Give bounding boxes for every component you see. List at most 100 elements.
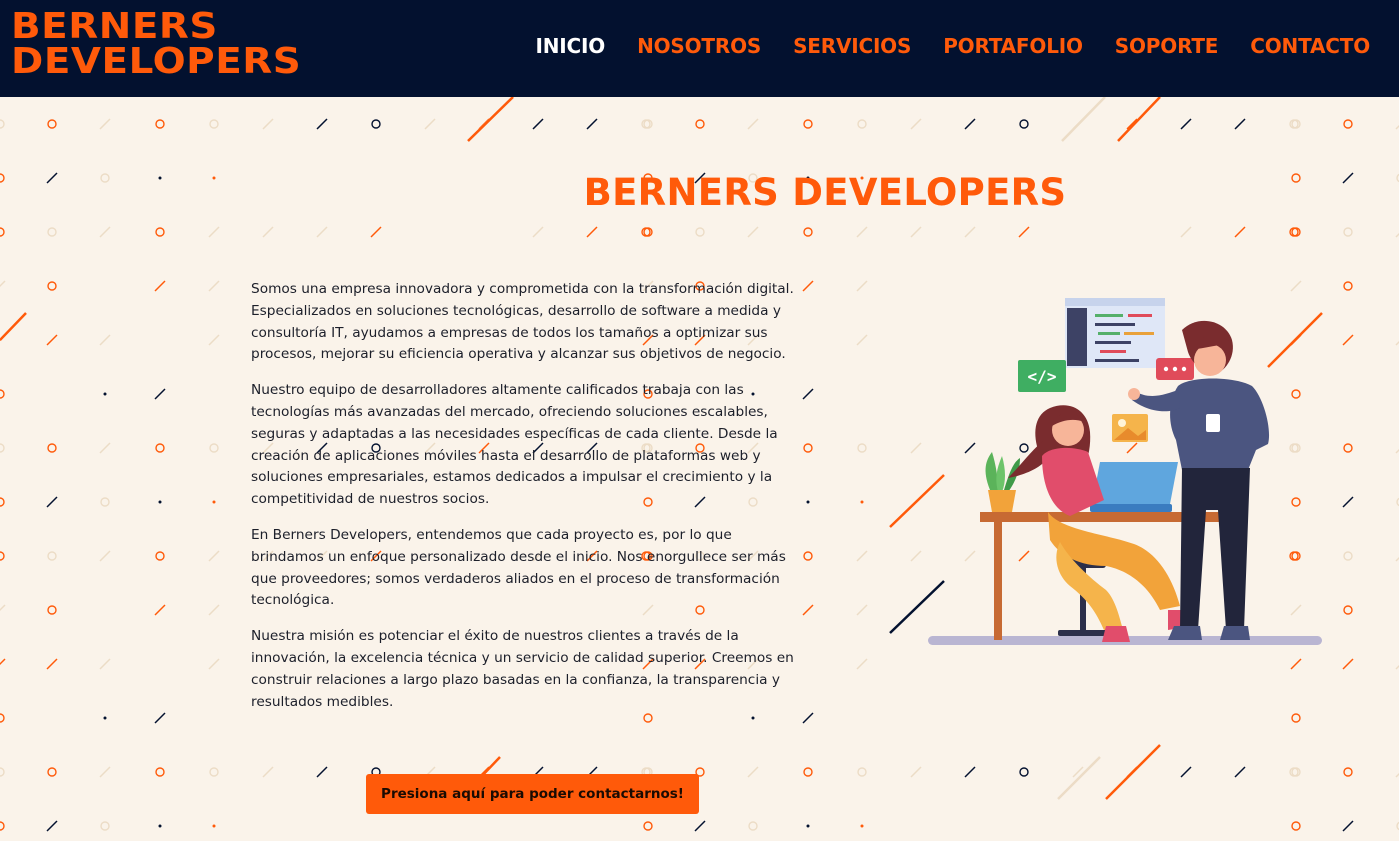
pattern-circle — [209, 767, 219, 777]
svg-text:</>: </> — [1028, 367, 1057, 386]
pattern-dash — [99, 334, 111, 346]
pattern-long-dash — [1061, 97, 1106, 142]
pattern-dash — [802, 712, 814, 724]
pattern-dash — [1342, 820, 1354, 832]
nav-nosotros[interactable]: NOSOTROS — [637, 34, 761, 58]
pattern-circle — [1291, 713, 1301, 723]
pattern-dash — [0, 604, 6, 612]
nav-soporte[interactable]: SOPORTE — [1115, 34, 1219, 58]
pattern-dash — [1180, 766, 1192, 778]
pattern-circle — [47, 227, 57, 237]
pattern-dash — [964, 118, 976, 130]
pattern-circle — [155, 443, 165, 453]
pattern-circle — [1343, 281, 1353, 291]
nav-servicios[interactable]: SERVICIOS — [793, 34, 911, 58]
team-illustration: </> — [928, 298, 1322, 645]
nav-contacto[interactable]: CONTACTO — [1250, 34, 1370, 58]
pattern-dash — [99, 118, 111, 130]
pattern-dash — [208, 604, 220, 616]
pattern-circle — [47, 119, 57, 129]
pattern-dash — [532, 118, 544, 130]
pattern-dash — [1290, 658, 1302, 670]
pattern-circle — [643, 821, 653, 831]
pattern-circle — [1343, 119, 1353, 129]
pattern-dash — [424, 118, 436, 130]
pattern-dash — [46, 334, 58, 346]
pattern-dot — [860, 824, 864, 828]
paragraph-4: Nuestra misión es potenciar el éxito de … — [251, 628, 794, 710]
pattern-dash — [747, 226, 759, 238]
pattern-circle — [155, 767, 165, 777]
pattern-dash — [208, 226, 220, 238]
pattern-circle — [695, 227, 705, 237]
pattern-dash — [747, 766, 759, 778]
pattern-dash — [586, 118, 598, 130]
pattern-dash — [856, 226, 868, 238]
pattern-dash — [262, 226, 274, 238]
pattern-dash — [208, 658, 220, 670]
pattern-dash — [46, 658, 58, 670]
site-logo[interactable]: BERNERS DEVELOPERS — [11, 6, 301, 80]
pattern-circle — [0, 551, 5, 561]
pattern-circle — [1019, 767, 1029, 777]
pattern-circle — [1343, 443, 1353, 453]
pattern-dash — [99, 766, 111, 778]
pattern-circle — [47, 605, 57, 615]
pattern-dash — [1342, 334, 1354, 346]
pattern-dash — [1180, 226, 1192, 238]
pattern-circle — [1291, 821, 1301, 831]
pattern-circle — [1343, 227, 1353, 237]
pattern-dash — [1018, 226, 1030, 238]
code-tag-icon: </> — [1018, 360, 1066, 392]
pattern-circle — [803, 551, 813, 561]
pattern-circle — [0, 227, 5, 237]
pattern-long-dash — [1105, 744, 1161, 800]
pattern-circle — [100, 821, 110, 831]
pattern-dash — [856, 604, 868, 616]
contact-cta-button[interactable]: Presiona aquí para poder contactarnos! — [366, 774, 699, 814]
pattern-dash — [856, 550, 868, 562]
pattern-dash — [208, 334, 220, 346]
pattern-dot — [860, 500, 864, 504]
pattern-circle — [803, 443, 813, 453]
logo-line-1: BERNERS — [11, 6, 218, 47]
pattern-dash — [316, 118, 328, 130]
pattern-circle — [1343, 551, 1353, 561]
pattern-dot — [212, 824, 216, 828]
pattern-circle — [47, 767, 57, 777]
pattern-dash — [856, 334, 868, 346]
pattern-dash — [316, 766, 328, 778]
pattern-circle — [100, 497, 110, 507]
pattern-circle — [155, 551, 165, 561]
pattern-circle — [371, 119, 381, 129]
pattern-dash — [154, 604, 166, 616]
pattern-dot — [103, 716, 107, 720]
pattern-dash — [1234, 118, 1246, 130]
pattern-dot — [158, 824, 162, 828]
pattern-circle — [803, 227, 813, 237]
pattern-dash — [802, 280, 814, 292]
pattern-circle — [155, 119, 165, 129]
pattern-dash — [99, 442, 111, 454]
pattern-dash — [0, 658, 6, 666]
pattern-circle — [0, 821, 5, 831]
pattern-dash — [586, 226, 598, 238]
chat-bubble-icon — [1156, 358, 1194, 380]
pattern-long-dash — [467, 97, 514, 142]
pattern-dot — [806, 824, 810, 828]
pattern-dash — [1180, 118, 1192, 130]
pattern-dash — [1234, 766, 1246, 778]
pattern-circle — [748, 821, 758, 831]
pattern-circle — [0, 767, 5, 777]
pattern-dash — [856, 658, 868, 670]
pattern-circle — [857, 119, 867, 129]
pattern-dash — [99, 226, 111, 238]
pattern-dash — [208, 550, 220, 562]
nav-inicio[interactable]: INICIO — [536, 34, 606, 58]
pattern-circle — [47, 281, 57, 291]
pattern-circle — [0, 713, 5, 723]
pattern-dash — [1342, 496, 1354, 508]
pattern-dash — [370, 226, 382, 238]
pattern-dash — [856, 280, 868, 292]
nav-portafolio[interactable]: PORTAFOLIO — [943, 34, 1083, 58]
